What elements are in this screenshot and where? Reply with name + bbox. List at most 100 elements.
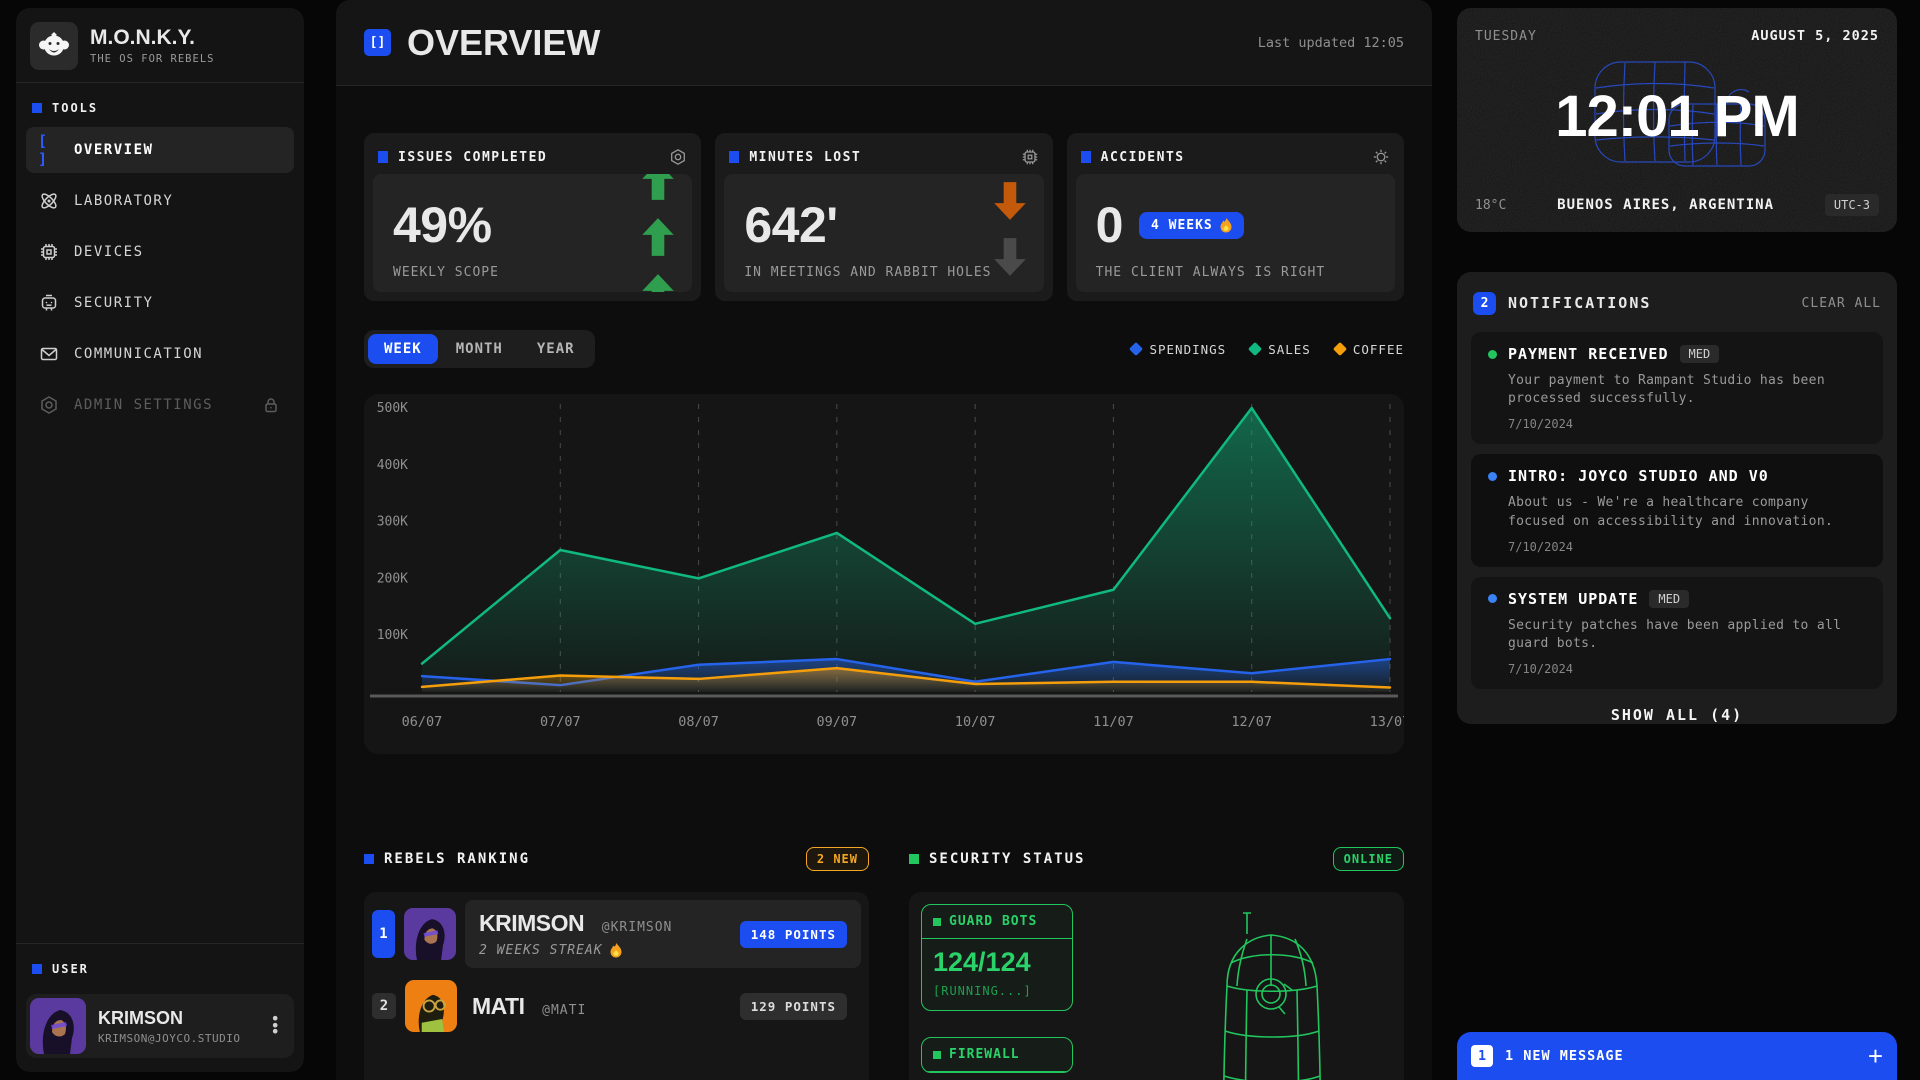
svg-text:06/07: 06/07 (402, 714, 443, 730)
tab-week[interactable]: WEEK (368, 334, 438, 364)
plus-icon[interactable]: + (1868, 1043, 1883, 1069)
notification-system-update[interactable]: SYSTEM UPDATE MED Security patches have … (1471, 577, 1883, 689)
svg-text:500K: 500K (377, 401, 408, 416)
stat-value: 49% (393, 200, 672, 250)
notification-title: SYSTEM UPDATE (1508, 590, 1638, 608)
user-email: KRIMSON@JOYCO.STUDIO (98, 1032, 260, 1045)
svg-text:10/07: 10/07 (955, 714, 996, 730)
legend-coffee[interactable]: COFFEE (1335, 342, 1404, 357)
stats-row: ISSUES COMPLETED 49% WEEKLY SCOPE (364, 133, 1404, 301)
sidebar: M.O.N.K.Y. THE OS FOR REBELS TOOLS [ ] O… (16, 8, 304, 1072)
notification-intro-joyco[interactable]: INTRO: JOYCO STUDIO AND V0 About us - We… (1471, 454, 1883, 566)
stat-value: 0 (1096, 200, 1123, 250)
message-count-badge: 1 (1471, 1045, 1493, 1067)
rebel-handle: @MATI (542, 1003, 586, 1018)
svg-text:400K: 400K (377, 458, 408, 473)
green-marker-icon (933, 918, 941, 926)
main-header: [] OVERVIEW Last updated 12:05 (336, 0, 1432, 86)
stat-card-accidents: ACCIDENTS 0 4 WEEKS (1067, 133, 1404, 301)
chip-icon (38, 242, 60, 262)
legend-label: SPENDINGS (1149, 342, 1226, 357)
guard-bots-state: [RUNNING...] (933, 984, 1061, 998)
user-avatar (30, 998, 86, 1054)
main-content: [] OVERVIEW Last updated 12:05 ISSUES CO… (336, 0, 1432, 1080)
severity-badge: MED (1680, 345, 1720, 363)
sidebar-item-overview[interactable]: [ ] OVERVIEW (26, 127, 294, 173)
svg-text:300K: 300K (377, 515, 408, 530)
bottom-row: REBELS RANKING 2 NEW 1 (364, 844, 1404, 1080)
last-updated: Last updated 12:05 (1258, 35, 1404, 51)
spendings-chart-card: 100K200K300K400K500K06/0707/0708/0709/07… (364, 394, 1404, 754)
sidebar-item-laboratory[interactable]: LABORATORY (26, 178, 294, 224)
notifications-title: NOTIFICATIONS (1508, 294, 1651, 312)
legend-spendings[interactable]: SPENDINGS (1131, 342, 1226, 357)
svg-text:200K: 200K (377, 571, 408, 586)
show-all-button[interactable]: SHOW ALL (4) (1471, 689, 1883, 724)
guard-robot-art (1209, 906, 1339, 1080)
stat-card-issues: ISSUES COMPLETED 49% WEEKLY SCOPE (364, 133, 701, 301)
location: BUENOS AIRES, ARGENTINA (1506, 197, 1825, 213)
sidebar-spacer (16, 428, 304, 943)
overview-brackets-icon: [] (364, 29, 391, 56)
sidebar-item-label: OVERVIEW (74, 142, 153, 158)
lock-icon (260, 396, 282, 414)
ranking-row-2[interactable]: 2 MATI @MATI (372, 980, 861, 1032)
points-badge: 148 POINTS (740, 921, 847, 948)
flame-icon (610, 943, 622, 958)
sidebar-item-security[interactable]: SECURITY (26, 280, 294, 326)
user-section-label: USER (52, 962, 89, 976)
diamond-icon (1248, 342, 1262, 356)
sidebar-item-devices[interactable]: DEVICES (26, 229, 294, 275)
stat-label: ACCIDENTS (1101, 150, 1185, 165)
rank-badge: 2 (372, 993, 396, 1019)
stat-label: ISSUES COMPLETED (398, 150, 547, 165)
clock-time: 12:01 PM (1555, 83, 1798, 150)
notification-payment-received[interactable]: PAYMENT RECEIVED MED Your payment to Ram… (1471, 332, 1883, 444)
trend-up-arrows-icon (640, 174, 676, 292)
tools-section-header: TOOLS (16, 83, 304, 125)
new-message-bar[interactable]: 1 1 NEW MESSAGE + (1457, 1032, 1897, 1080)
user-section-header: USER (16, 944, 304, 986)
sidebar-item-communication[interactable]: COMMUNICATION (26, 331, 294, 377)
chart-legend: SPENDINGS SALES COFFEE (1131, 342, 1404, 357)
security-card: GUARD BOTS 124/124 [RUNNING...] FIREWALL (909, 892, 1404, 1080)
timezone-badge: UTC-3 (1825, 194, 1879, 216)
tools-section-label: TOOLS (52, 101, 98, 115)
user-card[interactable]: KRIMSON KRIMSON@JOYCO.STUDIO ••• (26, 994, 294, 1058)
ranking-card: 1 KRIMSON @K (364, 892, 869, 1080)
message-label: 1 NEW MESSAGE (1505, 1048, 1624, 1064)
rebel-name: KRIMSON (479, 910, 584, 936)
hex-nut-icon[interactable] (669, 148, 687, 166)
ranking-row-1[interactable]: 1 KRIMSON @K (372, 900, 861, 968)
stat-value: 642' (744, 200, 1023, 250)
tab-month[interactable]: MONTH (440, 334, 519, 364)
clear-all-button[interactable]: CLEAR ALL (1802, 296, 1881, 311)
kebab-menu-icon[interactable]: ••• (260, 1016, 290, 1035)
sidebar-item-admin-settings[interactable]: ADMIN SETTINGS (26, 382, 294, 428)
notification-date: 7/10/2024 (1508, 662, 1866, 676)
notification-body: Your payment to Rampant Studio has been … (1508, 372, 1866, 408)
trend-down-arrows-icon (992, 180, 1028, 292)
svg-text:09/07: 09/07 (817, 714, 858, 730)
security-title: SECURITY STATUS (929, 851, 1085, 867)
svg-text:08/07: 08/07 (678, 714, 719, 730)
svg-text:12/07: 12/07 (1231, 714, 1272, 730)
gear-icon[interactable] (1372, 148, 1390, 166)
sidebar-item-label: DEVICES (74, 244, 144, 260)
notification-count-badge: 2 (1473, 292, 1496, 315)
section-marker-icon (364, 854, 374, 864)
clock-card: TUESDAY AUGUST 5, 2025 12:01 PM 18°C BUE… (1457, 8, 1897, 232)
mail-icon (38, 344, 60, 364)
flame-icon (1220, 218, 1232, 233)
guard-bots-box: GUARD BOTS 124/124 [RUNNING...] (921, 904, 1073, 1011)
stat-sub: WEEKLY SCOPE (393, 265, 499, 280)
tab-year[interactable]: YEAR (521, 334, 591, 364)
sidebar-item-label: COMMUNICATION (74, 346, 203, 362)
rank-badge: 1 (372, 910, 395, 958)
sidebar-menu: [ ] OVERVIEW LABORATORY (16, 125, 304, 428)
chip-icon[interactable] (1021, 148, 1039, 166)
legend-sales[interactable]: SALES (1250, 342, 1311, 357)
stat-label: MINUTES LOST (749, 150, 861, 165)
svg-text:11/07: 11/07 (1093, 714, 1134, 730)
severity-badge: MED (1649, 590, 1689, 608)
